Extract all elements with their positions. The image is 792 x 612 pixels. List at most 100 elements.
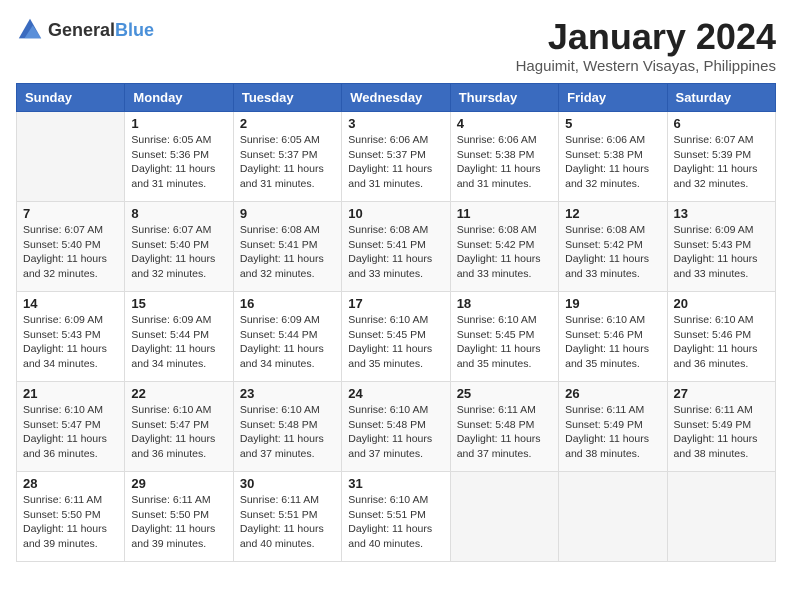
day-number: 8 [131, 206, 226, 221]
col-thursday: Thursday [450, 84, 558, 112]
day-number: 25 [457, 386, 552, 401]
month-title: January 2024 [516, 16, 776, 58]
cell-2-3: 9 Sunrise: 6:08 AMSunset: 5:41 PMDaylight… [233, 202, 341, 292]
col-tuesday: Tuesday [233, 84, 341, 112]
cell-2-2: 8 Sunrise: 6:07 AMSunset: 5:40 PMDaylight… [125, 202, 233, 292]
day-number: 5 [565, 116, 660, 131]
day-info: Sunrise: 6:06 AMSunset: 5:37 PMDaylight:… [348, 133, 443, 192]
day-number: 13 [674, 206, 769, 221]
cell-5-1: 28 Sunrise: 6:11 AMSunset: 5:50 PMDayligh… [17, 472, 125, 562]
cell-4-5: 25 Sunrise: 6:11 AMSunset: 5:48 PMDayligh… [450, 382, 558, 472]
day-number: 30 [240, 476, 335, 491]
day-number: 10 [348, 206, 443, 221]
day-info: Sunrise: 6:09 AMSunset: 5:43 PMDaylight:… [674, 223, 769, 282]
day-info: Sunrise: 6:10 AMSunset: 5:48 PMDaylight:… [348, 403, 443, 462]
day-info: Sunrise: 6:07 AMSunset: 5:40 PMDaylight:… [23, 223, 118, 282]
day-info: Sunrise: 6:08 AMSunset: 5:41 PMDaylight:… [240, 223, 335, 282]
day-info: Sunrise: 6:08 AMSunset: 5:41 PMDaylight:… [348, 223, 443, 282]
cell-5-5 [450, 472, 558, 562]
cell-1-2: 1Sunrise: 6:05 AMSunset: 5:36 PMDaylight… [125, 112, 233, 202]
day-info: Sunrise: 6:10 AMSunset: 5:45 PMDaylight:… [457, 313, 552, 372]
cell-1-6: 5 Sunrise: 6:06 AMSunset: 5:38 PMDaylight… [559, 112, 667, 202]
day-number: 19 [565, 296, 660, 311]
cell-4-1: 21 Sunrise: 6:10 AMSunset: 5:47 PMDayligh… [17, 382, 125, 472]
cell-1-5: 4Sunrise: 6:06 AMSunset: 5:38 PMDaylight… [450, 112, 558, 202]
cell-4-6: 26Sunrise: 6:11 AMSunset: 5:49 PMDayligh… [559, 382, 667, 472]
cell-3-4: 17Sunrise: 6:10 AMSunset: 5:45 PMDayligh… [342, 292, 450, 382]
day-number: 9 [240, 206, 335, 221]
cell-1-7: 6 Sunrise: 6:07 AMSunset: 5:39 PMDaylight… [667, 112, 775, 202]
cell-3-5: 18 Sunrise: 6:10 AMSunset: 5:45 PMDayligh… [450, 292, 558, 382]
day-info: Sunrise: 6:10 AMSunset: 5:46 PMDaylight:… [565, 313, 660, 372]
day-number: 11 [457, 206, 552, 221]
day-info: Sunrise: 6:11 AMSunset: 5:48 PMDaylight:… [457, 403, 552, 462]
cell-2-5: 11 Sunrise: 6:08 AMSunset: 5:42 PMDayligh… [450, 202, 558, 292]
logo-text: GeneralBlue [48, 20, 154, 41]
day-number: 29 [131, 476, 226, 491]
cell-2-1: 7 Sunrise: 6:07 AMSunset: 5:40 PMDaylight… [17, 202, 125, 292]
title-block: January 2024 Haguimit, Western Visayas, … [516, 16, 776, 75]
cell-5-6 [559, 472, 667, 562]
page-header: GeneralBlue January 2024 Haguimit, Weste… [16, 16, 776, 75]
cell-4-2: 22Sunrise: 6:10 AMSunset: 5:47 PMDayligh… [125, 382, 233, 472]
cell-3-7: 20Sunrise: 6:10 AMSunset: 5:46 PMDayligh… [667, 292, 775, 382]
day-info: Sunrise: 6:11 AMSunset: 5:49 PMDaylight:… [674, 403, 769, 462]
day-info: Sunrise: 6:10 AMSunset: 5:48 PMDaylight:… [240, 403, 335, 462]
day-number: 24 [348, 386, 443, 401]
day-number: 15 [131, 296, 226, 311]
col-sunday: Sunday [17, 84, 125, 112]
day-number: 6 [674, 116, 769, 131]
day-number: 16 [240, 296, 335, 311]
day-number: 2 [240, 116, 335, 131]
day-number: 23 [240, 386, 335, 401]
cell-3-6: 19 Sunrise: 6:10 AMSunset: 5:46 PMDayligh… [559, 292, 667, 382]
cell-2-4: 10 Sunrise: 6:08 AMSunset: 5:41 PMDayligh… [342, 202, 450, 292]
col-saturday: Saturday [667, 84, 775, 112]
day-info: Sunrise: 6:09 AMSunset: 5:44 PMDaylight:… [131, 313, 226, 372]
day-info: Sunrise: 6:10 AMSunset: 5:51 PMDaylight:… [348, 493, 443, 552]
cell-5-7 [667, 472, 775, 562]
day-number: 18 [457, 296, 552, 311]
cell-5-4: 31 Sunrise: 6:10 AMSunset: 5:51 PMDayligh… [342, 472, 450, 562]
day-number: 22 [131, 386, 226, 401]
logo-blue: Blue [115, 20, 154, 40]
logo-icon [16, 16, 44, 44]
day-number: 14 [23, 296, 118, 311]
day-number: 28 [23, 476, 118, 491]
day-info: Sunrise: 6:07 AMSunset: 5:40 PMDaylight:… [131, 223, 226, 282]
logo-general: General [48, 20, 115, 40]
col-monday: Monday [125, 84, 233, 112]
cell-3-3: 16Sunrise: 6:09 AMSunset: 5:44 PMDayligh… [233, 292, 341, 382]
day-info: Sunrise: 6:10 AMSunset: 5:47 PMDaylight:… [23, 403, 118, 462]
cell-2-7: 13 Sunrise: 6:09 AMSunset: 5:43 PMDayligh… [667, 202, 775, 292]
day-info: Sunrise: 6:10 AMSunset: 5:45 PMDaylight:… [348, 313, 443, 372]
day-info: Sunrise: 6:11 AMSunset: 5:49 PMDaylight:… [565, 403, 660, 462]
day-info: Sunrise: 6:09 AMSunset: 5:43 PMDaylight:… [23, 313, 118, 372]
week-row-5: 28 Sunrise: 6:11 AMSunset: 5:50 PMDayligh… [17, 472, 776, 562]
day-number: 21 [23, 386, 118, 401]
cell-4-3: 23 Sunrise: 6:10 AMSunset: 5:48 PMDayligh… [233, 382, 341, 472]
day-number: 27 [674, 386, 769, 401]
cell-2-6: 12Sunrise: 6:08 AMSunset: 5:42 PMDayligh… [559, 202, 667, 292]
week-row-4: 21 Sunrise: 6:10 AMSunset: 5:47 PMDayligh… [17, 382, 776, 472]
day-number: 7 [23, 206, 118, 221]
day-info: Sunrise: 6:08 AMSunset: 5:42 PMDaylight:… [457, 223, 552, 282]
cell-4-7: 27 Sunrise: 6:11 AMSunset: 5:49 PMDayligh… [667, 382, 775, 472]
day-info: Sunrise: 6:07 AMSunset: 5:39 PMDaylight:… [674, 133, 769, 192]
day-info: Sunrise: 6:06 AMSunset: 5:38 PMDaylight:… [565, 133, 660, 192]
day-info: Sunrise: 6:06 AMSunset: 5:38 PMDaylight:… [457, 133, 552, 192]
cell-1-1 [17, 112, 125, 202]
day-info: Sunrise: 6:11 AMSunset: 5:51 PMDaylight:… [240, 493, 335, 552]
cell-5-2: 29Sunrise: 6:11 AMSunset: 5:50 PMDayligh… [125, 472, 233, 562]
week-row-2: 7 Sunrise: 6:07 AMSunset: 5:40 PMDaylight… [17, 202, 776, 292]
week-row-3: 14 Sunrise: 6:09 AMSunset: 5:43 PMDayligh… [17, 292, 776, 382]
cell-3-1: 14 Sunrise: 6:09 AMSunset: 5:43 PMDayligh… [17, 292, 125, 382]
calendar-header-row: Sunday Monday Tuesday Wednesday Thursday… [17, 84, 776, 112]
day-number: 3 [348, 116, 443, 131]
day-info: Sunrise: 6:10 AMSunset: 5:46 PMDaylight:… [674, 313, 769, 372]
calendar-table: Sunday Monday Tuesday Wednesday Thursday… [16, 83, 776, 562]
cell-1-4: 3 Sunrise: 6:06 AMSunset: 5:37 PMDaylight… [342, 112, 450, 202]
day-number: 31 [348, 476, 443, 491]
day-info: Sunrise: 6:11 AMSunset: 5:50 PMDaylight:… [23, 493, 118, 552]
day-info: Sunrise: 6:05 AMSunset: 5:36 PMDaylight:… [131, 133, 226, 192]
